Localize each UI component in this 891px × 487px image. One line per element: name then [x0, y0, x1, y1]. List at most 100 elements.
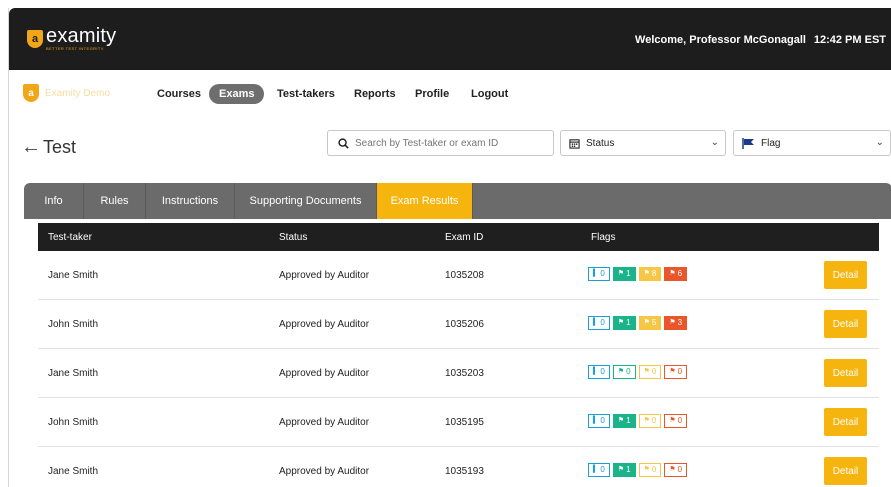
red-flag-badge: ⚑ 0	[664, 365, 688, 379]
exam-id-cell: 1035203	[445, 368, 484, 379]
main-nav: a Examity Demo Courses Exams Test-takers…	[9, 70, 891, 118]
test-taker-cell: Jane Smith	[48, 270, 99, 281]
detail-button[interactable]: Detail	[824, 310, 867, 338]
flag-icon: ⚑	[617, 270, 625, 277]
flag-count: 1	[626, 465, 631, 474]
search-input[interactable]	[355, 137, 535, 149]
status-cell: Approved by Auditor	[279, 417, 370, 428]
flag-count: 0	[600, 269, 605, 278]
examity-logo[interactable]: a examity BETTER TEST INTEGRITY.	[27, 26, 116, 52]
tab-supporting-documents[interactable]: Supporting Documents	[235, 183, 377, 219]
flag-icon: ⚑	[669, 368, 676, 375]
table-header: Test-taker Status Exam ID Flags	[38, 223, 879, 251]
flag-badges: ▍ 0 ⚑ 1 ⚑ 0 ⚑ 0	[588, 463, 690, 477]
detail-button[interactable]: Detail	[824, 457, 867, 485]
blue-flag-badge: ▍ 0	[588, 463, 610, 477]
nav-test-takers[interactable]: Test-takers	[277, 88, 335, 100]
flag-icon: ⚑	[617, 319, 625, 326]
nav-exams[interactable]: Exams	[209, 84, 265, 104]
blue-flag-badge: ▍ 0	[588, 316, 610, 330]
chevron-down-icon: ⌄	[710, 137, 719, 148]
flag-icon: ⚑	[669, 270, 676, 277]
exam-results-table: Test-taker Status Exam ID Flags Jane Smi…	[38, 223, 879, 487]
flag-count: 0	[677, 367, 683, 376]
yellow-flag-badge: ⚑ 0	[638, 365, 662, 379]
search-box[interactable]	[327, 130, 554, 156]
top-bar: a examity BETTER TEST INTEGRITY. Welcome…	[9, 8, 891, 70]
detail-button[interactable]: Detail	[824, 261, 867, 289]
flag-count: 3	[677, 318, 683, 327]
status-dropdown[interactable]: Status ⌄	[560, 130, 726, 156]
flag-icon: ⚑	[669, 417, 676, 424]
nav-reports[interactable]: Reports	[354, 88, 396, 100]
nav-logout[interactable]: Logout	[471, 88, 508, 100]
flag-icon: ▍	[593, 417, 599, 424]
back-arrow-icon[interactable]: ←	[21, 136, 41, 159]
flag-count: 1	[626, 416, 631, 425]
exam-id-cell: 1035193	[445, 466, 484, 477]
flag-icon: ⚑	[643, 270, 650, 277]
flag-icon: ⚑	[643, 368, 650, 375]
tab-instructions[interactable]: Instructions	[146, 183, 235, 219]
test-taker-cell: Jane Smith	[48, 368, 99, 379]
flag-count: 1	[626, 318, 631, 327]
green-flag-badge: ⚑ 0	[612, 365, 636, 379]
flag-icon: ⚑	[617, 466, 625, 473]
detail-button[interactable]: Detail	[824, 359, 867, 387]
header-exam-id: Exam ID	[445, 232, 484, 243]
table-body: Jane Smith Approved by Auditor 1035208 ▍ 0 ⚑ 1…	[38, 251, 879, 487]
nav-brand[interactable]: a Examity Demo	[23, 84, 110, 102]
test-taker-cell: John Smith	[48, 319, 99, 330]
search-icon	[338, 137, 349, 149]
tab-exam-results[interactable]: Exam Results	[377, 183, 473, 219]
yellow-flag-badge: ⚑ 0	[638, 414, 662, 428]
tab-rules[interactable]: Rules	[84, 183, 146, 219]
tab-bar: Info Rules Instructions Supporting Docum…	[24, 183, 891, 219]
flag-count: 8	[651, 269, 657, 278]
table-row: Jane Smith Approved by Auditor 1035208 ▍ 0 ⚑ 1…	[38, 251, 879, 300]
flag-badges: ▍ 0 ⚑ 1 ⚑ 5 ⚑ 3	[588, 316, 690, 330]
flag-icon: ⚑	[669, 466, 676, 473]
flag-badges: ▍ 0 ⚑ 1 ⚑ 8 ⚑ 6	[588, 267, 690, 281]
flag-count: 6	[677, 269, 683, 278]
nav-courses[interactable]: Courses	[157, 88, 201, 100]
logo-shield-icon: a	[27, 30, 43, 48]
table-row: Jane Smith Approved by Auditor 1035193 ▍ 0 ⚑ 1…	[38, 447, 879, 487]
green-flag-badge: ⚑ 1	[612, 267, 636, 281]
logo-wordmark: examity	[46, 25, 117, 47]
blue-flag-badge: ▍ 0	[588, 267, 610, 281]
exam-id-cell: 1035206	[445, 319, 484, 330]
flag-icon: ⚑	[643, 466, 650, 473]
flag-count: 0	[626, 367, 631, 376]
detail-button[interactable]: Detail	[824, 408, 867, 436]
flag-dropdown[interactable]: Flag ⌄	[733, 130, 891, 156]
flag-count: 5	[651, 318, 657, 327]
flag-count: 0	[600, 465, 605, 474]
flag-count: 0	[677, 465, 683, 474]
tab-info[interactable]: Info	[24, 183, 84, 219]
blue-flag-badge: ▍ 0	[588, 414, 610, 428]
red-flag-badge: ⚑ 0	[664, 463, 688, 477]
chevron-down-icon: ⌄	[875, 137, 884, 148]
yellow-flag-badge: ⚑ 0	[638, 463, 662, 477]
flag-count: 0	[600, 318, 605, 327]
table-row: John Smith Approved by Auditor 1035195 ▍ 0 ⚑ 1…	[38, 398, 879, 447]
red-flag-badge: ⚑ 6	[664, 267, 688, 281]
status-cell: Approved by Auditor	[279, 319, 370, 330]
flag-icon: ⚑	[643, 319, 650, 326]
flag-dropdown-label: Flag	[761, 137, 781, 149]
yellow-flag-badge: ⚑ 5	[638, 316, 662, 330]
exam-id-cell: 1035195	[445, 417, 484, 428]
header-flags: Flags	[591, 232, 616, 243]
table-row: John Smith Approved by Auditor 1035206 ▍ 0 ⚑ 1…	[38, 300, 879, 349]
nav-profile[interactable]: Profile	[415, 88, 449, 100]
flag-badges: ▍ 0 ⚑ 1 ⚑ 0 ⚑ 0	[588, 414, 690, 428]
green-flag-badge: ⚑ 1	[612, 316, 636, 330]
green-flag-badge: ⚑ 1	[612, 414, 636, 428]
flag-badges: ▍ 0 ⚑ 0 ⚑ 0 ⚑ 0	[588, 365, 690, 379]
yellow-flag-badge: ⚑ 8	[638, 267, 662, 281]
flag-icon	[742, 137, 754, 149]
flag-icon: ▍	[593, 466, 599, 473]
brand-shield-icon: a	[23, 84, 39, 102]
green-flag-badge: ⚑ 1	[612, 463, 636, 477]
